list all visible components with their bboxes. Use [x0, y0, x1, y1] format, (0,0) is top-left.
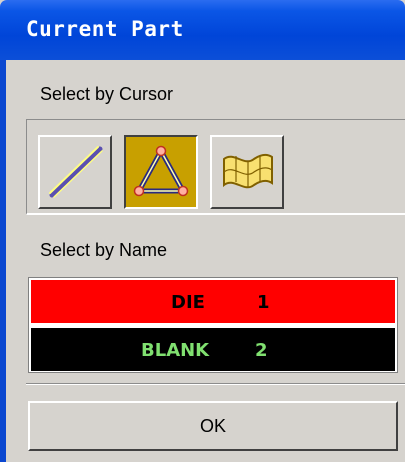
surface-select-button[interactable]	[210, 135, 284, 209]
surface-icon	[223, 153, 273, 189]
triangle-select-button[interactable]	[124, 135, 198, 209]
select-by-name-label: Select by Name	[40, 240, 168, 260]
part-id: 2	[255, 340, 268, 361]
part-row-die[interactable]: DIE 1	[31, 280, 395, 323]
title-bar[interactable]: Current Part	[0, 0, 405, 60]
line-select-button[interactable]	[38, 135, 112, 209]
line-icon	[49, 146, 103, 198]
window-title: Current Part	[26, 17, 184, 41]
part-id: 1	[257, 292, 270, 313]
select-by-cursor-label: Select by Cursor	[40, 84, 174, 104]
ok-button[interactable]: OK	[28, 401, 398, 451]
parts-list: DIE 1 BLANK 2	[28, 277, 398, 373]
current-part-dialog: Current Part Select by Cursor Select by …	[0, 0, 405, 462]
cursor-tool-group	[26, 119, 405, 215]
window-frame-edge	[0, 60, 6, 462]
part-row-blank[interactable]: BLANK 2	[31, 328, 395, 371]
triangle-icon	[133, 145, 189, 197]
part-name: DIE	[171, 292, 205, 313]
part-name: BLANK	[141, 340, 210, 361]
separator	[26, 383, 405, 385]
